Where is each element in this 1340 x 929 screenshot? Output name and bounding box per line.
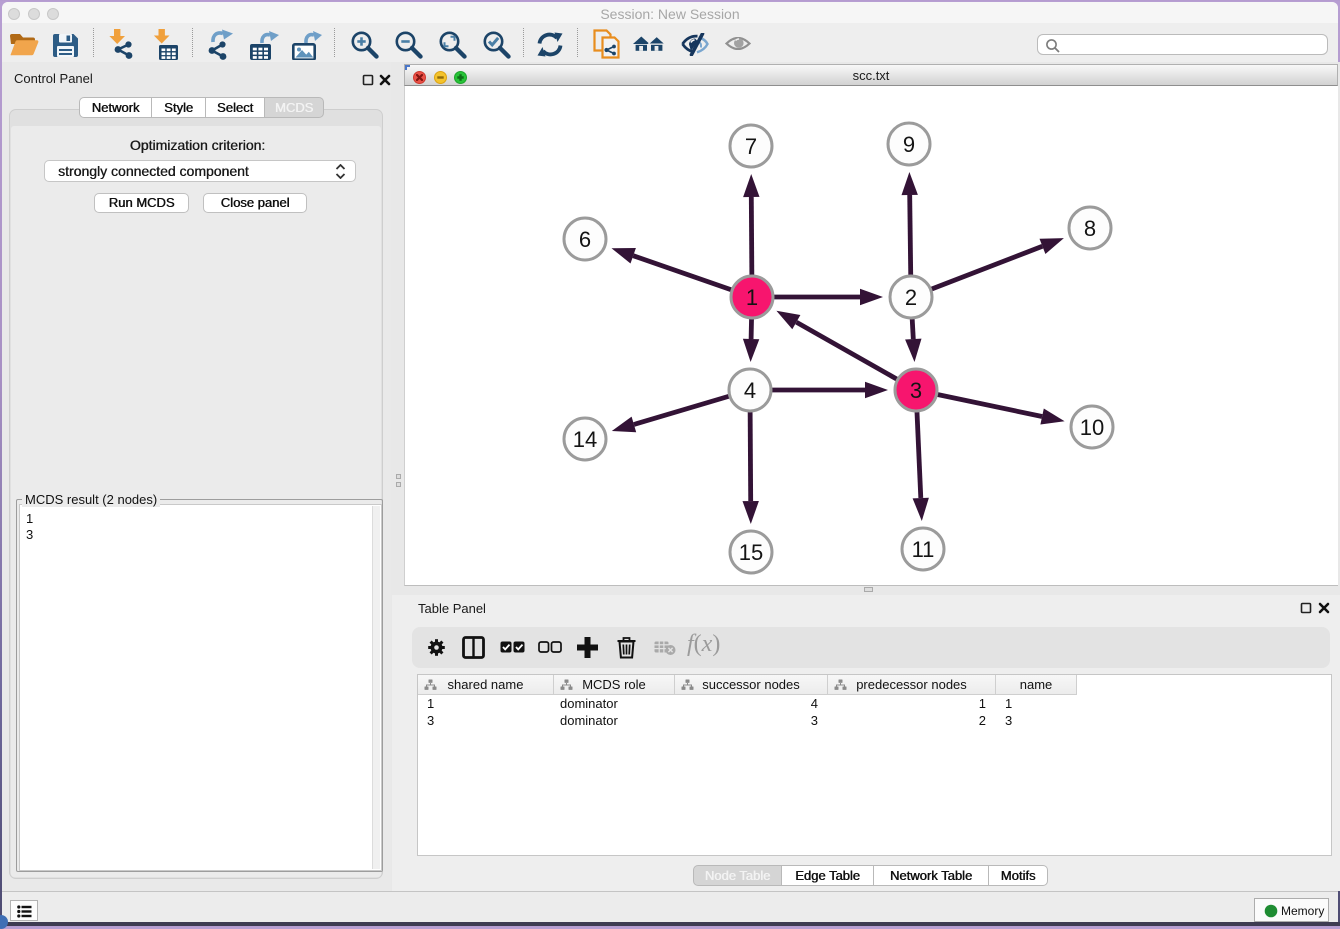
svg-text:7: 7: [745, 134, 757, 159]
svg-text:1: 1: [746, 285, 758, 310]
svg-text:15: 15: [739, 540, 763, 565]
svg-text:8: 8: [1084, 216, 1096, 241]
svg-text:2: 2: [905, 285, 917, 310]
svg-text:10: 10: [1080, 415, 1104, 440]
svg-text:14: 14: [573, 427, 597, 452]
svg-text:4: 4: [744, 378, 756, 403]
svg-text:9: 9: [903, 132, 915, 157]
svg-text:3: 3: [910, 378, 922, 403]
svg-text:6: 6: [579, 227, 591, 252]
svg-text:11: 11: [912, 537, 935, 562]
